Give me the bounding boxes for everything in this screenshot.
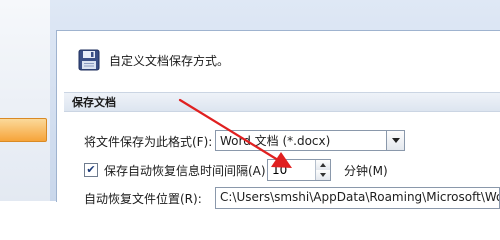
autosave-checkbox[interactable]: ✔: [84, 163, 98, 177]
checkmark-icon: ✔: [86, 163, 96, 176]
autosave-interval-input[interactable]: [268, 160, 318, 180]
chevron-down-icon: [320, 173, 326, 177]
dropdown-arrow-button[interactable]: [386, 131, 404, 150]
section-header-save-documents: 保存文档: [64, 92, 500, 112]
autosave-label: 保存自动恢复信息时间间隔(A): [104, 163, 266, 178]
save-format-dropdown[interactable]: Word 文档 (*.docx): [215, 130, 405, 151]
chevron-up-icon: [320, 163, 326, 167]
panel-description: 自定义文档保存方式。: [109, 53, 230, 68]
autorecover-location-label: 自动恢复文件位置(R):: [84, 191, 202, 206]
autosave-row: ✔ 保存自动恢复信息时间间隔(A): [84, 159, 266, 181]
nav-item-save-selected[interactable]: [0, 118, 47, 142]
floppy-disk-icon: [78, 49, 100, 71]
autorecover-location-row: 自动恢复文件位置(R):: [84, 187, 202, 209]
autosave-interval-spinner[interactable]: [267, 159, 331, 181]
spin-down-button[interactable]: [315, 170, 330, 180]
minutes-unit-label: 分钟(M): [344, 164, 388, 178]
panel-header: 自定义文档保存方式。: [78, 46, 229, 74]
autorecover-location-value: C:\Users\smshi\AppData\Roaming\Microsoft…: [220, 190, 500, 204]
chevron-down-icon: [391, 138, 400, 143]
save-format-selected: Word 文档 (*.docx): [220, 134, 331, 148]
options-nav-pane: [0, 0, 51, 201]
autorecover-location-field[interactable]: C:\Users\smshi\AppData\Roaming\Microsoft…: [215, 187, 500, 209]
section-title: 保存文档: [72, 96, 116, 109]
save-format-label: 将文件保存为此格式(F):: [84, 134, 213, 149]
save-format-row: 将文件保存为此格式(F):: [84, 130, 212, 152]
